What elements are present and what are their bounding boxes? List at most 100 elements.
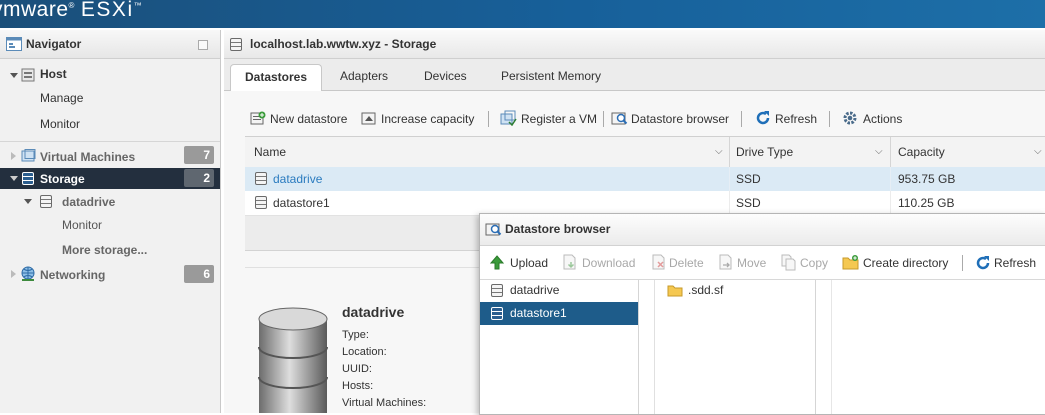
- row-capacity: 110.25 GB: [898, 196, 955, 210]
- column-header-capacity[interactable]: Capacity: [898, 137, 945, 167]
- table-row[interactable]: datadrive SSD 953.75 GB: [245, 167, 1045, 191]
- actions-gear-icon[interactable]: [842, 110, 858, 126]
- datastore-browser-dialog: Datastore browser Upload Download Delete…: [479, 213, 1045, 415]
- download-icon[interactable]: [562, 254, 578, 271]
- dialog-toolbar: Upload Download Delete Move Copy Create …: [480, 246, 1045, 280]
- new-datastore-icon[interactable]: [250, 111, 266, 126]
- register-vm-icon[interactable]: [500, 110, 517, 126]
- toolbar-separator: [603, 111, 604, 127]
- datastore-icon: [40, 195, 52, 208]
- navigator-header: Navigator: [0, 30, 220, 59]
- increase-capacity-icon[interactable]: [361, 111, 377, 126]
- list-item[interactable]: datadrive: [480, 280, 638, 302]
- delete-button[interactable]: Delete: [669, 256, 704, 270]
- dialog-title: Datastore browser: [505, 222, 611, 236]
- list-item-selected[interactable]: datastore1: [480, 302, 638, 325]
- chevron-down-icon[interactable]: ⌵: [715, 146, 723, 157]
- create-directory-button[interactable]: Create directory: [863, 256, 948, 270]
- folder-list-pane: .sdd.sf: [655, 280, 816, 414]
- new-datastore-button[interactable]: New datastore: [270, 112, 347, 126]
- tab-persistent-memory[interactable]: Persistent Memory: [487, 64, 615, 90]
- dialog-title-bar[interactable]: Datastore browser: [480, 214, 1045, 246]
- datastore-icon: [491, 307, 503, 320]
- expand-caret-icon[interactable]: [11, 270, 16, 278]
- chevron-down-icon[interactable]: ⌵: [875, 146, 883, 157]
- brand-product: ESXi: [80, 0, 134, 21]
- tab-datastores[interactable]: Datastores: [230, 64, 323, 92]
- refresh-button[interactable]: Refresh: [775, 112, 817, 126]
- storage-count-badge: 2: [184, 169, 214, 187]
- datastore-icon: [255, 172, 267, 185]
- chevron-down-icon[interactable]: ⌵: [1034, 146, 1042, 157]
- nav-host[interactable]: Host: [40, 67, 67, 81]
- upload-icon[interactable]: [490, 255, 504, 270]
- column-divider: [729, 191, 730, 215]
- datastore-list-item-label[interactable]: datadrive: [510, 283, 559, 297]
- column-divider: [890, 191, 891, 215]
- details-label-location: Location:: [342, 346, 387, 358]
- nav-virtual-machines[interactable]: Virtual Machines: [40, 150, 135, 164]
- row-drive-type: SSD: [736, 196, 761, 210]
- row-drive-type: SSD: [736, 172, 761, 186]
- details-label-uuid: UUID:: [342, 363, 372, 375]
- navigator-panel: Navigator Host Manage Monitor Virtual Ma…: [0, 30, 221, 413]
- increase-capacity-button[interactable]: Increase capacity: [381, 112, 474, 126]
- main-panel-header: localhost.lab.wwtw.xyz - Storage: [224, 30, 1045, 59]
- nav-storage-monitor[interactable]: Monitor: [62, 218, 102, 232]
- expand-caret-icon[interactable]: [10, 176, 18, 181]
- nav-host-manage[interactable]: Manage: [40, 91, 83, 105]
- column-divider: [729, 137, 730, 167]
- networking-globe-icon: [21, 266, 35, 281]
- navigator-title: Navigator: [26, 37, 82, 51]
- datastore-cylinder-icon: [258, 307, 328, 413]
- column-divider: [890, 167, 891, 191]
- datastore-list-pane: datadrive datastore1: [480, 280, 639, 414]
- tab-adapters[interactable]: Adapters: [326, 64, 402, 90]
- nav-datastore-datadrive[interactable]: datadrive: [62, 195, 115, 209]
- copy-button[interactable]: Copy: [800, 256, 828, 270]
- dialog-refresh-button[interactable]: Refresh: [994, 256, 1036, 270]
- vm-count-badge: 7: [184, 146, 214, 164]
- actions-button[interactable]: Actions: [863, 112, 902, 126]
- tab-devices[interactable]: Devices: [410, 64, 481, 90]
- create-directory-icon[interactable]: [842, 254, 859, 270]
- vmware-esxi-logo: vmware®ESXi™: [0, 0, 142, 22]
- column-header-name[interactable]: Name: [254, 137, 286, 167]
- datastore-browser-icon: [485, 223, 502, 236]
- nav-more-storage[interactable]: More storage...: [62, 243, 147, 257]
- toolbar-separator: [962, 255, 963, 271]
- nav-host-monitor[interactable]: Monitor: [40, 117, 80, 131]
- folder-item-label[interactable]: .sdd.sf: [688, 283, 723, 297]
- datastore-table-header: Name ⌵ Drive Type ⌵ Capacity ⌵: [245, 136, 1045, 168]
- row-name[interactable]: datastore1: [273, 191, 330, 215]
- networking-count-badge: 6: [184, 265, 214, 283]
- storage-icon: [22, 172, 34, 185]
- page-title: localhost.lab.wwtw.xyz - Storage: [250, 37, 437, 51]
- nav-storage[interactable]: Storage: [40, 172, 85, 186]
- refresh-icon[interactable]: [975, 255, 991, 271]
- move-button[interactable]: Move: [737, 256, 766, 270]
- datastore-icon: [491, 284, 503, 297]
- folder-icon: [667, 285, 683, 297]
- datastore-list-item-label[interactable]: datastore1: [510, 306, 567, 320]
- upload-button[interactable]: Upload: [510, 256, 548, 270]
- details-label-virtual-machines: Virtual Machines:: [342, 397, 427, 409]
- expand-caret-icon[interactable]: [10, 73, 18, 78]
- row-name[interactable]: datadrive: [273, 167, 322, 191]
- brand-vendor: vmware: [0, 0, 69, 21]
- column-divider: [729, 167, 730, 191]
- copy-icon[interactable]: [781, 254, 797, 271]
- download-button[interactable]: Download: [582, 256, 635, 270]
- datastore-browser-button[interactable]: Datastore browser: [631, 112, 729, 126]
- collapse-navigator-icon[interactable]: [198, 40, 208, 50]
- register-vm-button[interactable]: Register a VM: [521, 112, 597, 126]
- expand-caret-icon[interactable]: [24, 199, 32, 204]
- column-header-drive-type[interactable]: Drive Type: [736, 137, 793, 167]
- expand-caret-icon[interactable]: [11, 152, 16, 160]
- nav-networking[interactable]: Networking: [40, 268, 105, 282]
- move-icon[interactable]: [718, 254, 734, 271]
- datastore-browser-icon[interactable]: [611, 110, 628, 126]
- delete-icon[interactable]: [651, 254, 667, 271]
- column-divider: [890, 137, 891, 167]
- refresh-icon[interactable]: [755, 110, 771, 126]
